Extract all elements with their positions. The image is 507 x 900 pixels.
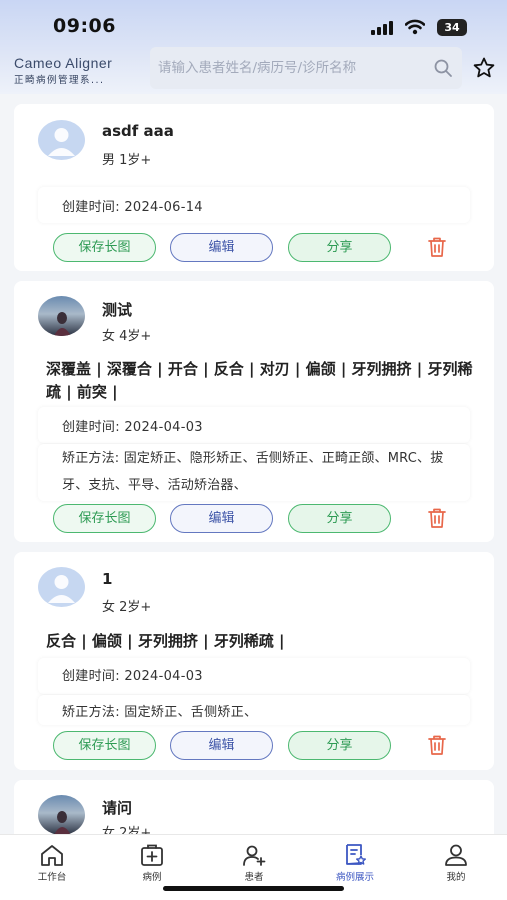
medical-case-icon — [141, 844, 163, 866]
patient-name: asdf aaa — [102, 122, 174, 140]
tab-mine[interactable]: 我的 — [421, 843, 491, 883]
search-icon[interactable] — [433, 58, 453, 78]
avatar — [38, 795, 85, 834]
tab-cases[interactable]: 病例 — [117, 843, 187, 883]
treatment-method: 矫正方法: 固定矫正、舌侧矫正、 — [62, 705, 258, 720]
wifi-icon — [405, 19, 425, 35]
edit-button[interactable]: 编辑 — [170, 233, 273, 262]
tab-label: 患者 — [244, 872, 264, 883]
created-time: 创建时间: 2024-04-03 — [62, 416, 203, 435]
patient-meta: 女 2岁+ — [102, 826, 152, 834]
save-long-image-button[interactable]: 保存长图 — [53, 731, 156, 760]
search-bar[interactable] — [150, 47, 462, 89]
brand-name: Cameo Aligner — [14, 55, 113, 71]
add-user-icon — [243, 845, 266, 866]
home-indicator — [163, 886, 344, 891]
star-icon[interactable] — [472, 56, 496, 80]
save-long-image-button[interactable]: 保存长图 — [53, 504, 156, 533]
tab-label: 我的 — [446, 872, 466, 883]
case-display-icon — [346, 844, 366, 865]
case-card[interactable]: asdf aaa 男 1岁+ 创建时间: 2024-06-14 保存长图 编辑 … — [14, 104, 494, 271]
trash-icon[interactable] — [427, 734, 447, 756]
avatar — [38, 120, 85, 160]
created-label: 创建时间: — [62, 420, 125, 435]
patient-name: 请问 — [102, 799, 133, 817]
avatar — [38, 567, 85, 607]
status-time: 09:06 — [53, 15, 116, 37]
tab-case-display[interactable]: 病例展示 — [320, 843, 390, 883]
edit-button[interactable]: 编辑 — [170, 504, 273, 533]
created-label: 创建时间: — [62, 200, 125, 215]
brand-logo: Cameo Aligner 正畸病例管理系... — [14, 55, 149, 86]
patient-name: 1 — [102, 570, 113, 588]
trash-icon[interactable] — [427, 507, 447, 529]
patient-meta: 男 1岁+ — [102, 153, 152, 168]
tab-label: 病例展示 — [335, 872, 374, 883]
save-long-image-button[interactable]: 保存长图 — [53, 233, 156, 262]
tab-workbench[interactable]: 工作台 — [17, 843, 87, 883]
case-card[interactable]: 测试 女 4岁+ 深覆盖 | 深覆合 | 开合 | 反合 | 对刃 | 偏颌 |… — [14, 281, 494, 542]
created-time: 创建时间: 2024-04-03 — [62, 665, 203, 684]
share-button[interactable]: 分享 — [288, 504, 391, 533]
diagnosis-tags: 反合 | 偏颌 | 牙列拥挤 | 牙列稀疏 | — [46, 632, 285, 650]
tab-label: 工作台 — [37, 872, 67, 883]
share-button[interactable]: 分享 — [288, 233, 391, 262]
avatar — [38, 296, 85, 336]
treatment-method: 矫正方法: 固定矫正、隐形矫正、舌侧矫正、正畸正颌、MRC、拔牙、支抗、平导、活… — [62, 451, 444, 493]
home-icon — [41, 845, 63, 866]
diagnosis-tags: 深覆盖 | 深覆合 | 开合 | 反合 | 对刃 | 偏颌 | 牙列拥挤 | 牙… — [46, 360, 473, 401]
status-bar: 09:06 34 — [0, 0, 507, 46]
created-time: 创建时间: 2024-06-14 — [62, 196, 203, 215]
signal-icon — [371, 21, 395, 35]
created-date: 2024-06-14 — [124, 200, 203, 215]
share-button[interactable]: 分享 — [288, 731, 391, 760]
created-date: 2024-04-03 — [124, 669, 203, 684]
trash-icon[interactable] — [427, 236, 447, 258]
edit-button[interactable]: 编辑 — [170, 731, 273, 760]
patient-meta: 女 2岁+ — [102, 600, 152, 615]
battery-indicator: 34 — [437, 19, 467, 36]
tab-patients[interactable]: 患者 — [219, 843, 289, 883]
created-date: 2024-04-03 — [124, 420, 203, 435]
patient-name: 测试 — [102, 301, 133, 319]
brand-subtitle: 正畸病例管理系... — [14, 75, 105, 86]
patient-meta: 女 4岁+ — [102, 329, 152, 344]
profile-icon — [445, 844, 467, 866]
tab-label: 病例 — [142, 872, 162, 883]
case-card[interactable]: 1 女 2岁+ 反合 | 偏颌 | 牙列拥挤 | 牙列稀疏 | 创建时间: 20… — [14, 552, 494, 770]
search-input[interactable] — [158, 57, 420, 79]
created-label: 创建时间: — [62, 669, 125, 684]
case-card[interactable]: 请问 女 2岁+ — [14, 780, 494, 834]
